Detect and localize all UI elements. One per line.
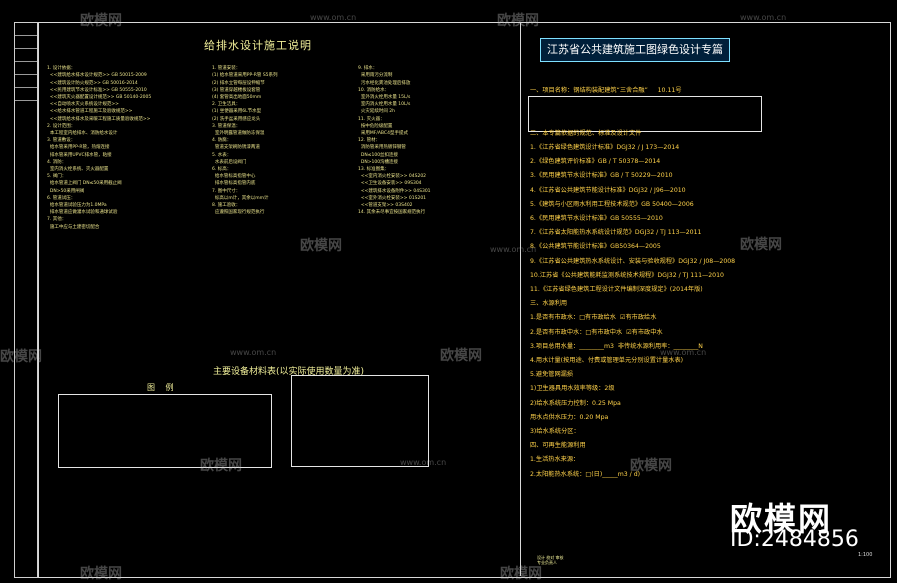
design-notes-column-2: 1. 管道安装： (1) 给水管道采用PP-R管 S5系列 (2) 排水立管每层… xyxy=(212,66,278,216)
watermark-url: www.om.cn xyxy=(660,348,707,357)
watermark-logo: 欧模网 xyxy=(80,566,122,582)
equipment-table xyxy=(291,375,429,467)
scale-label: 1:100 xyxy=(858,552,873,558)
watermark-url: www.om.cn xyxy=(400,458,447,467)
watermark-url: www.om.cn xyxy=(740,13,787,22)
design-notes-column-1: 1. 设计依据： <<建筑给水排水设计规范>> GB 50015-2009 <<… xyxy=(47,66,152,230)
watermark-logo: 欧模网 xyxy=(440,348,482,364)
watermark-logo: 欧模网 xyxy=(80,13,122,29)
watermark-url: www.om.cn xyxy=(310,13,357,22)
green-design-title: 江苏省公共建筑施工图绿色设计专篇 xyxy=(540,38,730,62)
watermark-url: www.om.cn xyxy=(490,245,537,254)
brand-id: ID:2484856 xyxy=(730,527,859,552)
watermark-logo: 欧模网 xyxy=(0,349,42,365)
revision-strip xyxy=(14,22,38,578)
sheet-divider xyxy=(520,22,521,576)
watermark-logo: 欧模网 xyxy=(300,238,342,254)
watermark-logo: 欧模网 xyxy=(740,237,782,253)
watermark-url: www.om.cn xyxy=(230,348,277,357)
watermark-logo: 欧模网 xyxy=(630,458,672,474)
design-notes-column-3: 9. 排水： 采用雨污分流制 污水经化粪池处理后排放 10. 消防给水： 室外消… xyxy=(358,66,431,216)
watermark-logo: 欧模网 xyxy=(497,13,539,29)
left-sheet-title: 给排水设计施工说明 xyxy=(204,39,312,52)
legend-title: 图 例 xyxy=(147,383,178,392)
watermark-logo: 欧模网 xyxy=(200,458,242,474)
green-design-notes: 一、项目名称：钢结构装配建筑“三舍合融” 10.11号 二、本专篇依据的规范、标… xyxy=(530,87,736,478)
watermark-logo: 欧模网 xyxy=(500,566,542,582)
cad-drawing-sheet: 给排水设计施工说明 1. 设计依据： <<建筑给水排水设计规范>> GB 500… xyxy=(0,0,897,582)
